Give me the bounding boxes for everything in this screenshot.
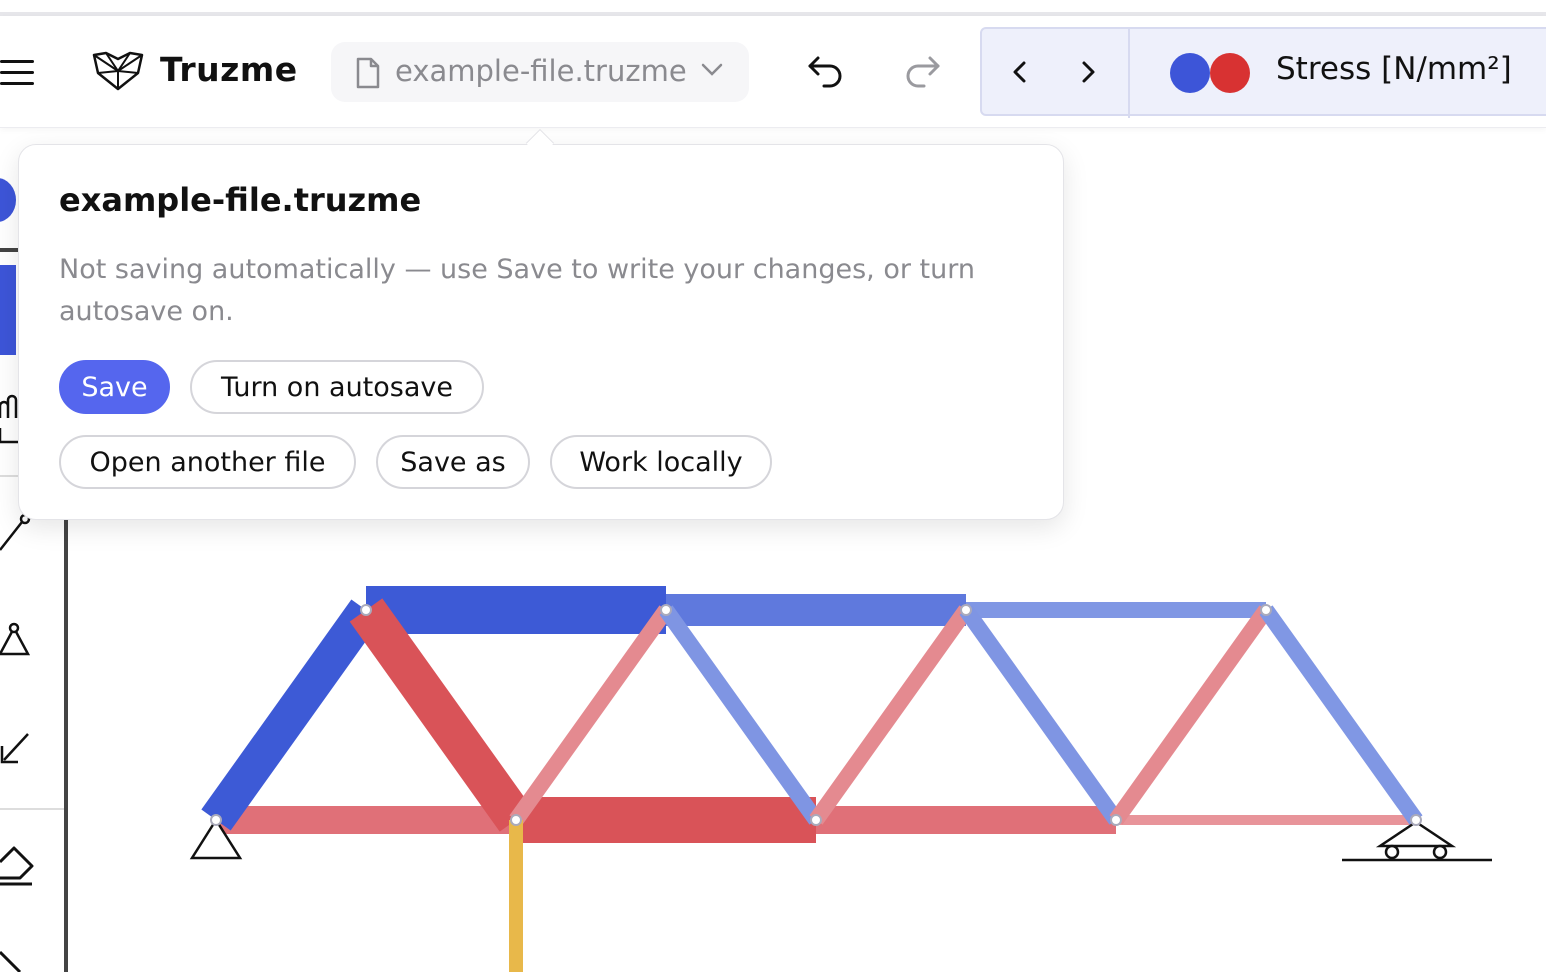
chevron-down-icon [701, 63, 723, 76]
truss-member[interactable] [509, 605, 673, 825]
tension-color-dot [1210, 53, 1250, 93]
menu-button[interactable] [0, 56, 40, 90]
result-type-label[interactable]: Stress [N/mm²] [1276, 51, 1512, 87]
truss-node[interactable] [660, 604, 672, 616]
save-button[interactable]: Save [59, 360, 170, 414]
popover-message: Not saving automatically — use Save to w… [59, 254, 975, 327]
truss-member[interactable] [349, 598, 533, 832]
file-menu-button[interactable]: example-file.truzme [331, 42, 749, 102]
sidebar-divider [0, 808, 64, 810]
load-tool-icon[interactable] [0, 728, 32, 768]
file-popover: example-file.truzme Not saving automatic… [18, 144, 1064, 520]
truss-node[interactable] [960, 604, 972, 616]
menu-icon [0, 60, 34, 63]
truss-node[interactable] [510, 814, 522, 826]
file-name: example-file.truzme [395, 54, 687, 88]
roller-wheel [1432, 844, 1448, 860]
autosave-button[interactable]: Turn on autosave [190, 360, 484, 414]
redo-icon[interactable] [904, 54, 942, 90]
compression-color-dot [1170, 53, 1210, 93]
active-tool-indicator[interactable] [0, 265, 16, 355]
truzme-logo-icon [92, 51, 144, 91]
open-file-button[interactable]: Open another file [59, 435, 356, 489]
top-toolbar: Truzme example-file.truzme Stress [N/mm²… [0, 16, 1546, 128]
navigator-divider [1128, 29, 1130, 118]
popover-title: example-file.truzme [59, 181, 422, 219]
result-navigator: Stress [N/mm²] [980, 27, 1546, 118]
truss-node[interactable] [810, 814, 822, 826]
menu-icon-bar [0, 71, 34, 74]
measure-tool-icon[interactable] [0, 948, 26, 972]
support-tool-icon[interactable] [0, 622, 32, 658]
file-icon [356, 57, 380, 89]
truss-node[interactable] [1110, 814, 1122, 826]
truss-member[interactable] [959, 605, 1123, 825]
truss-node[interactable] [360, 604, 372, 616]
truss-node[interactable] [1260, 604, 1272, 616]
truss-member[interactable] [659, 605, 823, 825]
avatar[interactable] [0, 178, 16, 222]
truss-node[interactable] [210, 814, 222, 826]
truss-member[interactable] [1259, 605, 1423, 825]
work-locally-button[interactable]: Work locally [550, 435, 772, 489]
eraser-icon[interactable] [0, 842, 36, 890]
roller-wheel [1384, 844, 1400, 860]
hand-tool-icon[interactable] [0, 392, 20, 448]
truss-node[interactable] [1410, 814, 1422, 826]
menu-icon-bar [0, 82, 34, 85]
chevron-left-icon[interactable] [1004, 55, 1034, 89]
truss-member[interactable] [1109, 605, 1273, 825]
truss-member[interactable] [809, 605, 973, 825]
app-name: Truzme [160, 50, 298, 89]
sidebar-divider [0, 248, 18, 252]
save-as-button[interactable]: Save as [376, 435, 530, 489]
sidebar-border [64, 520, 68, 972]
chevron-right-icon[interactable] [1074, 55, 1104, 89]
undo-icon[interactable] [806, 54, 844, 90]
truss-member[interactable] [201, 599, 381, 831]
